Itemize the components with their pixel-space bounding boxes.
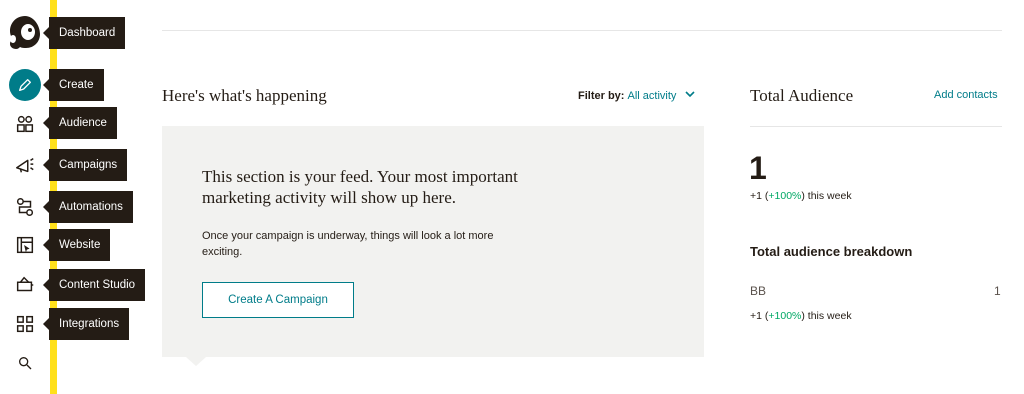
segment-delta: +1 (+100%) this week [750, 310, 852, 322]
audience-count: 1 [749, 150, 767, 186]
feed-subtext: Once your campaign is underway, things w… [202, 230, 494, 258]
audience-delta: +1 (+100%) this week [750, 190, 852, 202]
audience-icon[interactable] [8, 107, 42, 141]
add-contacts-link[interactable]: Add contacts [934, 89, 998, 101]
sidebar-item-campaigns[interactable]: Campaigns [42, 149, 128, 181]
divider [750, 126, 1002, 127]
sidebar-item-audience[interactable]: Audience [43, 107, 117, 139]
sidebar-item-create[interactable]: Create [43, 69, 104, 101]
sidebar-item-content-studio[interactable]: Content Studio [42, 269, 146, 301]
activity-filter[interactable]: Filter by: All activity [578, 89, 696, 102]
search-icon[interactable] [8, 346, 42, 380]
feed-headline: This section is your feed. Your most imp… [202, 167, 518, 207]
segment-count: 1 [994, 284, 1001, 298]
content-studio-icon[interactable] [8, 268, 42, 302]
chevron-down-icon[interactable] [685, 89, 696, 101]
sidebar-item-integrations[interactable]: Integrations [42, 308, 130, 340]
divider [162, 30, 1002, 31]
segment-name: BB [750, 284, 767, 298]
feed-title: Here's what's happening [162, 86, 327, 105]
grid-icon[interactable] [8, 307, 42, 341]
breakdown-title: Total audience breakdown [750, 244, 913, 259]
automations-icon[interactable] [8, 190, 42, 224]
sidebar-item-website[interactable]: Website [42, 229, 111, 261]
sidebar-item-automations[interactable]: Automations [43, 191, 133, 223]
sidebar-item-dashboard[interactable]: Dashboard [42, 17, 126, 49]
pencil-icon[interactable] [9, 69, 41, 101]
megaphone-icon[interactable] [8, 148, 42, 182]
website-icon[interactable] [8, 228, 42, 262]
create-campaign-button[interactable]: Create A Campaign [202, 282, 354, 318]
total-audience-title: Total Audience [750, 86, 854, 105]
feed-panel-notch [186, 357, 206, 366]
filter-value[interactable]: All activity [628, 90, 677, 102]
mailchimp-logo-icon[interactable] [4, 12, 46, 54]
